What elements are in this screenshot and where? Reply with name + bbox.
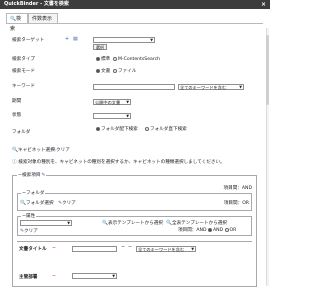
chevron-down-icon: ▼ <box>239 85 242 89</box>
search-type-mcs[interactable]: M-ContentsSearch <box>113 56 160 64</box>
search-target-row: 検索ターゲット + ▤ ▼ 選択 <box>0 37 270 50</box>
doc-title-condition-select[interactable]: 全てのキーワードを含む ▼ <box>136 246 196 252</box>
required-marker-icon: − <box>52 246 56 251</box>
tab-search[interactable]: 🔍検索 <box>6 13 28 32</box>
plus-icon[interactable]: + <box>65 37 69 42</box>
status-label: 状態 <box>12 113 22 118</box>
keyword-input[interactable] <box>93 84 175 90</box>
status-row: 状態 ▼ <box>0 112 270 120</box>
cabinet-icon[interactable]: ▤ <box>73 37 78 42</box>
all-template-link[interactable]: 🔍全表テンプレートから選択 <box>166 220 227 226</box>
remove-icon[interactable]: − <box>121 245 125 250</box>
search-mode-document[interactable]: 文書 <box>96 68 110 76</box>
keyword-row: キーワード 全てのキーワードを含む ▼ <box>0 83 270 91</box>
edit-icon[interactable]: ✎ <box>41 173 45 178</box>
radio-icon[interactable] <box>207 227 212 232</box>
radio-icon <box>96 126 100 131</box>
search-type-label: 検索タイプ <box>12 57 35 62</box>
department-select[interactable]: ▼ <box>72 273 117 279</box>
search-mode-row: 検索モード 文書 ファイル <box>0 68 270 76</box>
search-type-row: 検索タイプ 標準 M-ContentsSearch <box>0 56 270 64</box>
attribute-group: −属性 ▼ 🔍表示テンプレートから選択 🔍全表テンプレートから選択 ✎クリア 項… <box>17 213 252 236</box>
condition-or-label: 項目間：OR <box>223 201 249 206</box>
folder-group: −フォルダ 🔍フォルダ選択 ✎クリア 項目間：OR <box>17 190 252 211</box>
search-items-section: −検索項目✎ 項目間：AND −フォルダ 🔍フォルダ選択 ✎クリア 項目間：OR… <box>12 172 257 287</box>
chevron-down-icon: ▼ <box>67 221 70 225</box>
search-items-legend: −検索項目✎ <box>17 172 47 178</box>
chevron-down-icon: ▼ <box>126 100 129 104</box>
period-row: 期間 公開中の文書 ▼ <box>0 98 270 106</box>
folder-row: フォルダ フォルダ配下検索 フォルダ直下検索 <box>0 126 270 137</box>
condition-and-label: 項目間：AND <box>223 186 253 191</box>
search-target-label: 検索ターゲット <box>12 38 45 43</box>
folder-label: フォルダ <box>12 130 31 135</box>
keyword-label: キーワード <box>12 84 35 89</box>
folder-clear-link[interactable]: ✎クリア <box>58 200 76 206</box>
doc-title-label: 文書タイトル <box>19 247 47 252</box>
period-label: 期間 <box>12 99 22 104</box>
search-target-select[interactable]: ▼ <box>93 37 155 43</box>
chevron-down-icon: ▼ <box>126 114 129 118</box>
attribute-clear-link[interactable]: ✎クリア <box>20 228 38 234</box>
folder-direct-option[interactable]: フォルダ直下検索 <box>145 126 187 134</box>
folder-subtree-option[interactable]: フォルダ配下検索 <box>96 126 138 134</box>
folder-group-legend: −フォルダ <box>21 190 46 196</box>
radio-icon <box>145 126 149 131</box>
show-template-link[interactable]: 🔍表示テンプレートから選択 <box>102 220 163 226</box>
cabinet-select-link[interactable]: 🔍キャビネット選択 <box>12 147 55 155</box>
cabinet-actions-row: 🔍キャビネット選択 ✎クリア <box>0 147 270 155</box>
search-mode-label: 検索モード <box>12 69 35 74</box>
chevron-down-icon: ▼ <box>112 274 115 278</box>
tab-count-display[interactable]: 件数表示 <box>28 13 58 23</box>
cabinet-clear-link[interactable]: ✎クリア <box>52 147 70 155</box>
chevron-down-icon: ▼ <box>150 38 153 42</box>
cabinet-note: ⓘ 検索対象の種別を、キャビネットの種別を選択するか、キャビネットの種類選択しま… <box>12 160 225 165</box>
search-type-standard[interactable]: 標準 <box>96 56 110 64</box>
attribute-fields: 文書タイトル − − − 全てのキーワードを含む ▼ 主管部署 − ▼ <box>17 241 252 285</box>
remove-icon[interactable]: − <box>128 245 132 250</box>
quickbinder-window: QuickBinder - 文書を検索 × 🔍検索 件数表示 検索ターゲット +… <box>0 0 270 294</box>
info-icon: ⓘ <box>12 160 17 165</box>
keyword-condition-select[interactable]: 全てのキーワードを含む ▼ <box>178 84 244 90</box>
doc-title-input[interactable] <box>72 246 117 252</box>
attribute-condition: 項目間：AND AND OR <box>178 227 237 233</box>
search-mode-file[interactable]: ファイル <box>113 68 136 76</box>
radio-icon <box>96 56 100 61</box>
attribute-select[interactable]: ▼ <box>20 220 72 226</box>
radio-icon <box>113 68 117 73</box>
period-select[interactable]: 公開中の文書 ▼ <box>93 99 131 105</box>
scrollbar-thumb[interactable] <box>266 35 269 105</box>
close-icon[interactable]: × <box>261 0 266 9</box>
department-label: 主管部署 <box>19 275 38 280</box>
status-select[interactable]: ▼ <box>93 113 131 119</box>
folder-select-link[interactable]: 🔍フォルダ選択 <box>20 200 54 206</box>
window-titlebar: QuickBinder - 文書を検索 × <box>0 0 270 9</box>
required-marker-icon: − <box>52 274 56 279</box>
window-title: QuickBinder - 文書を検索 <box>4 1 69 7</box>
radio-icon[interactable] <box>224 227 229 232</box>
search-target-select-button[interactable]: 選択 <box>93 44 107 50</box>
radio-icon <box>96 68 100 73</box>
tab-separator <box>6 23 263 24</box>
chevron-down-icon: ▼ <box>191 247 194 251</box>
radio-icon <box>113 56 117 61</box>
attribute-group-legend: −属性 <box>21 213 37 219</box>
